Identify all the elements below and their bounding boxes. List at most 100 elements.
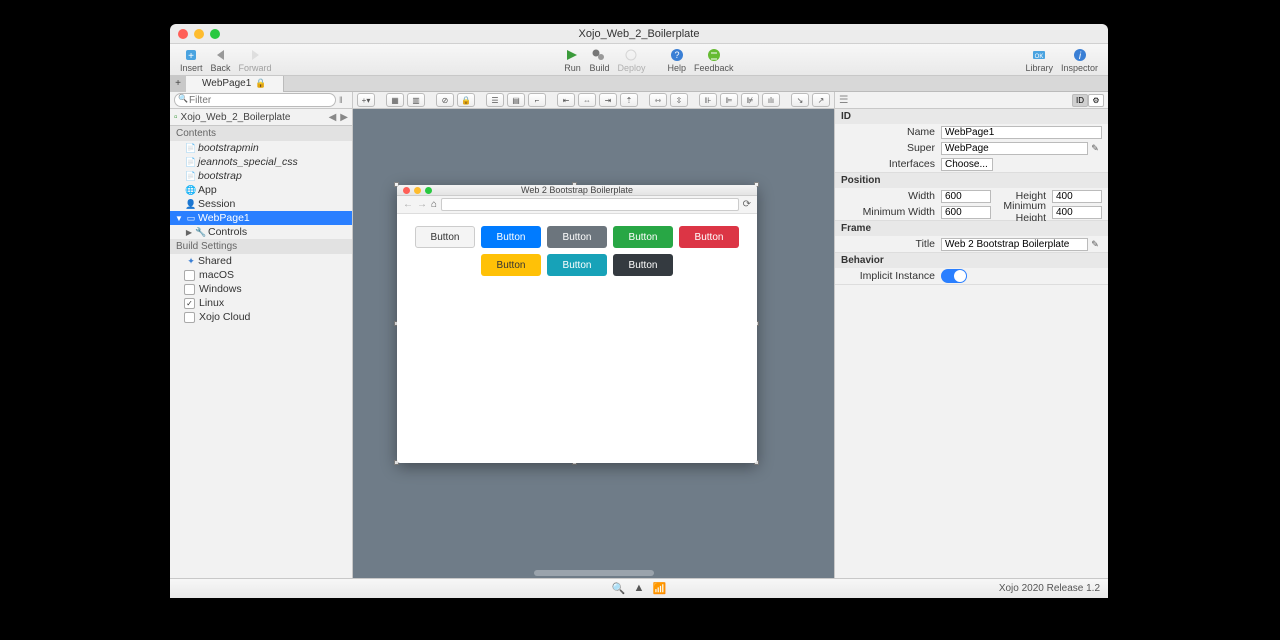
webpage-preview[interactable]: Web 2 Bootstrap Boilerplate ← → ⌂ ⟳ Butt…: [397, 185, 757, 463]
insert-button[interactable]: +Insert: [180, 47, 203, 73]
filter-input[interactable]: [174, 93, 336, 107]
tree-item-xojo-cloud[interactable]: Xojo Cloud: [170, 310, 352, 324]
align-right-icon[interactable]: ⇥: [599, 93, 617, 107]
tab-webpage1[interactable]: WebPage1🔒: [186, 76, 284, 92]
preview-min-icon: [414, 187, 421, 194]
super-field[interactable]: [941, 142, 1088, 155]
implicit-instance-toggle[interactable]: [941, 269, 967, 283]
guides-icon[interactable]: ⌐: [528, 93, 546, 107]
tree-item-app[interactable]: 🌐App: [170, 183, 352, 197]
align-left-icon[interactable]: ⇤: [557, 93, 575, 107]
checkbox-windows[interactable]: [184, 284, 195, 295]
inspector-tab-gear[interactable]: ⚙: [1088, 94, 1104, 107]
tree-item-shared[interactable]: ✦Shared: [170, 254, 352, 268]
lock-icon[interactable]: ⊘: [436, 93, 454, 107]
search-icon[interactable]: 🔍: [612, 582, 626, 595]
unlock-icon[interactable]: 🔒: [457, 93, 475, 107]
nav-prev-icon[interactable]: ◀: [329, 112, 337, 123]
close-icon[interactable]: [178, 29, 188, 39]
button-default[interactable]: Button: [415, 226, 475, 248]
svg-text:OK: OK: [1035, 54, 1044, 60]
section-position: Position: [835, 173, 1108, 188]
edit-title-icon[interactable]: ✎: [1088, 239, 1102, 250]
tree-item-jeannots[interactable]: 📄jeannots_special_css: [170, 155, 352, 169]
button-info[interactable]: Button: [547, 254, 607, 276]
dist-h-icon[interactable]: ⊯: [741, 93, 759, 107]
preview-fwd-icon: →: [417, 199, 427, 210]
arrange-icon[interactable]: ↘: [791, 93, 809, 107]
feedback-button[interactable]: Feedback: [694, 47, 734, 73]
min-height-field[interactable]: [1052, 206, 1102, 219]
inspector-tab-id[interactable]: ID: [1072, 94, 1088, 107]
tree-item-linux[interactable]: ✓Linux: [170, 296, 352, 310]
hamburger-icon[interactable]: ☰: [839, 94, 848, 106]
help-button[interactable]: ?Help: [668, 47, 687, 73]
checkbox-macos[interactable]: [184, 270, 195, 281]
tree-item-controls[interactable]: ▶🔧Controls: [170, 225, 352, 239]
checkbox-xojo-cloud[interactable]: [184, 312, 195, 323]
button-secondary[interactable]: Button: [547, 226, 607, 248]
button-primary[interactable]: Button: [481, 226, 541, 248]
inspector-button[interactable]: iInspector: [1061, 47, 1098, 73]
deploy-button[interactable]: Deploy: [617, 47, 645, 73]
tree-item-windows[interactable]: Windows: [170, 282, 352, 296]
split-icon[interactable]: ‖: [339, 95, 348, 105]
grid-icon[interactable]: ▦: [386, 93, 404, 107]
section-id: ID: [835, 109, 1108, 124]
snap-icon[interactable]: ▥: [407, 93, 425, 107]
tree-item-bootstrapmin[interactable]: 📄bootstrapmin: [170, 141, 352, 155]
design-canvas[interactable]: Web 2 Bootstrap Boilerplate ← → ⌂ ⟳ Butt…: [353, 109, 834, 578]
library-button[interactable]: OKLibrary: [1025, 47, 1053, 73]
back-button[interactable]: Back: [211, 47, 231, 73]
order-icon[interactable]: ☰: [486, 93, 504, 107]
button-danger[interactable]: Button: [679, 226, 739, 248]
button-warning[interactable]: Button: [481, 254, 541, 276]
height-field[interactable]: [1052, 190, 1102, 203]
version-label: Xojo 2020 Release 1.2: [999, 583, 1100, 594]
tree-item-macos[interactable]: macOS: [170, 268, 352, 282]
align-center-icon[interactable]: ⇔: [578, 93, 596, 107]
title-field[interactable]: [941, 238, 1088, 251]
svg-text:+: +: [188, 51, 194, 62]
checkbox-linux[interactable]: ✓: [184, 298, 195, 309]
fill-v-icon[interactable]: ⇳: [670, 93, 688, 107]
edit-super-icon[interactable]: ✎: [1088, 143, 1102, 154]
rss-icon[interactable]: 📶: [652, 582, 666, 595]
width-field[interactable]: [941, 190, 991, 203]
canvas-scrollbar[interactable]: [534, 570, 654, 576]
preview-reload-icon: ⟳: [743, 199, 751, 210]
dist-v-icon[interactable]: ılı: [762, 93, 780, 107]
warnings-icon[interactable]: ▲: [634, 582, 645, 595]
tree-item-webpage1[interactable]: ▼▭WebPage1: [170, 211, 352, 225]
interfaces-combo[interactable]: Choose...: [941, 158, 993, 171]
navigator: ‖ ▫ Xojo_Web_2_Boilerplate ◀▶ Contents 📄…: [170, 92, 353, 578]
zoom-icon[interactable]: [210, 29, 220, 39]
tab-bar: + WebPage1🔒: [170, 76, 1108, 92]
add-tab-button[interactable]: +: [170, 76, 186, 92]
main-toolbar: +Insert Back Forward Run Build Deploy ?H…: [170, 44, 1108, 76]
tree-item-session[interactable]: 👤Session: [170, 197, 352, 211]
add-control-button[interactable]: +▾: [357, 93, 375, 107]
forward-button[interactable]: Forward: [239, 47, 272, 73]
section-behavior: Behavior: [835, 253, 1108, 268]
space-h-icon[interactable]: ⊪: [699, 93, 717, 107]
preview-home-icon: ⌂: [431, 199, 437, 210]
editor-toolbar: +▾ ▦ ▥ ⊘ 🔒 ☰ ▤ ⌐ ⇤ ⇔ ⇥ ⇡ ⇿ ⇳ ⊪: [353, 92, 834, 109]
inspector-panel: ☰ ID ⚙ ID Name Super✎ InterfacesChoose..…: [834, 92, 1108, 578]
build-button[interactable]: Build: [589, 47, 609, 73]
name-field[interactable]: [941, 126, 1102, 139]
fill-h-icon[interactable]: ⇿: [649, 93, 667, 107]
arrange2-icon[interactable]: ↗: [812, 93, 830, 107]
min-width-field[interactable]: [941, 206, 991, 219]
tree-item-bootstrap[interactable]: 📄bootstrap: [170, 169, 352, 183]
run-button[interactable]: Run: [563, 47, 581, 73]
align-top-icon[interactable]: ⇡: [620, 93, 638, 107]
minimize-icon[interactable]: [194, 29, 204, 39]
button-success[interactable]: Button: [613, 226, 673, 248]
nav-next-icon[interactable]: ▶: [340, 112, 348, 123]
status-bar: 🔍 ▲ 📶 Xojo 2020 Release 1.2: [170, 578, 1108, 598]
doc-icon: ▫: [174, 112, 178, 123]
front-icon[interactable]: ▤: [507, 93, 525, 107]
button-dark[interactable]: Button: [613, 254, 673, 276]
space-v-icon[interactable]: ⊫: [720, 93, 738, 107]
